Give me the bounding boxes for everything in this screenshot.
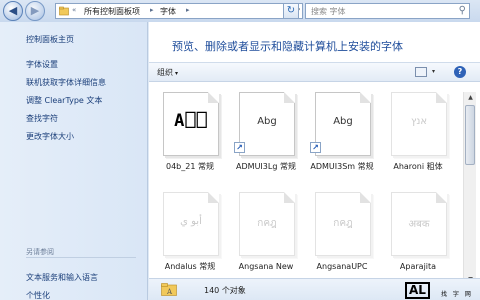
font-sample: أبو ي	[180, 216, 202, 227]
details-pane: A 140 个对象 AL 找 字 网	[149, 278, 480, 300]
change-font-size-link[interactable]: 更改字体大小	[26, 131, 74, 142]
refresh-button[interactable]: ↻	[283, 3, 299, 19]
scroll-thumb[interactable]	[465, 105, 475, 165]
command-bar: 组织 ▾ ▾ ?	[149, 62, 480, 82]
control-panel-home-link[interactable]: 控制面板主页	[26, 34, 74, 45]
view-dropdown-icon[interactable]: ▾	[432, 68, 435, 75]
font-sample: Abg	[257, 116, 277, 127]
back-button[interactable]: ◀	[3, 1, 23, 21]
font-sample: กคฎ	[333, 218, 353, 229]
recent-locations-icon[interactable]: «	[72, 6, 76, 14]
font-name: Andalus 常规	[164, 262, 216, 271]
font-sample: กคฎ	[257, 218, 277, 229]
see-also-title: 另请参阅	[26, 248, 54, 256]
font-sample: A⎕⎕	[174, 111, 208, 131]
font-file-icon: A⎕⎕	[163, 92, 219, 156]
font-file-icon: กคฎ	[239, 192, 295, 256]
watermark-text: 找 字 网	[441, 291, 473, 298]
font-file-icon: أبو ي	[163, 192, 219, 256]
font-file-icon: אנץ	[391, 92, 447, 156]
organize-label: 组织	[157, 68, 173, 77]
font-sample: Abg	[333, 116, 353, 127]
forward-button[interactable]: ▶	[25, 1, 45, 21]
find-character-link[interactable]: 查找字符	[26, 113, 58, 124]
font-name: AngsanaUPC	[316, 262, 368, 271]
breadcrumb-fonts[interactable]: 字体	[160, 6, 176, 17]
search-placeholder: 搜索 字体	[311, 7, 346, 16]
text-services-link[interactable]: 文本服务和输入语言	[26, 272, 98, 283]
breadcrumb-all-control-panel-items[interactable]: 所有控制面板项	[84, 6, 140, 17]
help-button[interactable]: ?	[454, 66, 466, 78]
font-sample: अबक	[408, 219, 430, 230]
adjust-cleartype-link[interactable]: 调整 ClearType 文本	[26, 95, 102, 106]
breadcrumb-separator-icon[interactable]: ▸	[150, 6, 154, 14]
content-pane: 预览、删除或者显示和隐藏计算机上安装的字体 组织 ▾ ▾ ? A⎕⎕ 04b_21…	[149, 22, 480, 300]
fonts-folder-icon: A	[161, 283, 177, 296]
font-name: Aparajita	[399, 262, 437, 271]
page-title: 预览、删除或者显示和隐藏计算机上安装的字体	[172, 40, 403, 53]
font-file-icon: Abg	[239, 92, 295, 156]
breadcrumb-separator-icon[interactable]: ▸	[186, 6, 190, 14]
see-also-divider	[26, 257, 136, 258]
magnifier-icon[interactable]: ⚲	[459, 5, 466, 16]
font-settings-link[interactable]: 字体设置	[26, 59, 58, 70]
font-name: ADMUI3Lg 常规	[236, 162, 296, 171]
shortcut-arrow-icon: ↗	[310, 142, 321, 153]
font-name: Angsana New	[238, 262, 294, 271]
address-toolbar: ◀ ▶ « 所有控制面板项 ▸ 字体 ▸ ▾ ↻ 搜索 字体 ⚲	[0, 0, 480, 22]
font-file-icon: अबक	[391, 192, 447, 256]
address-bar[interactable]: « 所有控制面板项 ▸ 字体 ▸ ▾	[55, 3, 303, 19]
chevron-down-icon: ▾	[175, 70, 179, 77]
font-name: ADMUI3Sm 常规	[310, 162, 374, 171]
scroll-up-icon[interactable]: ▲	[464, 92, 477, 104]
item-count: 140 个对象	[204, 286, 246, 295]
get-font-info-online-link[interactable]: 联机获取字体详细信息	[26, 77, 106, 88]
shortcut-arrow-icon: ↗	[234, 142, 245, 153]
svg-text:A: A	[166, 288, 173, 296]
watermark-logo: AL	[405, 282, 430, 299]
view-options-icon[interactable]	[415, 67, 427, 77]
task-pane: 控制面板主页 字体设置 联机获取字体详细信息 调整 ClearType 文本 查…	[0, 22, 148, 300]
font-name: 04b_21 常规	[166, 162, 214, 171]
organize-menu-button[interactable]: 组织 ▾	[157, 67, 178, 78]
font-file-icon: กคฎ	[315, 192, 371, 256]
font-grid: A⎕⎕ 04b_21 常规 Abg ↗ ADMUI3Lg 常规 Abg ↗ AD…	[149, 84, 470, 284]
personalization-link[interactable]: 个性化	[26, 290, 50, 300]
font-sample: אנץ	[410, 116, 428, 127]
vertical-scrollbar[interactable]: ▲ ▼	[463, 92, 476, 286]
font-name: Aharoni 粗体	[393, 162, 443, 171]
search-input[interactable]: 搜索 字体 ⚲	[305, 3, 470, 19]
font-file-icon: Abg	[315, 92, 371, 156]
folder-icon	[59, 6, 69, 16]
